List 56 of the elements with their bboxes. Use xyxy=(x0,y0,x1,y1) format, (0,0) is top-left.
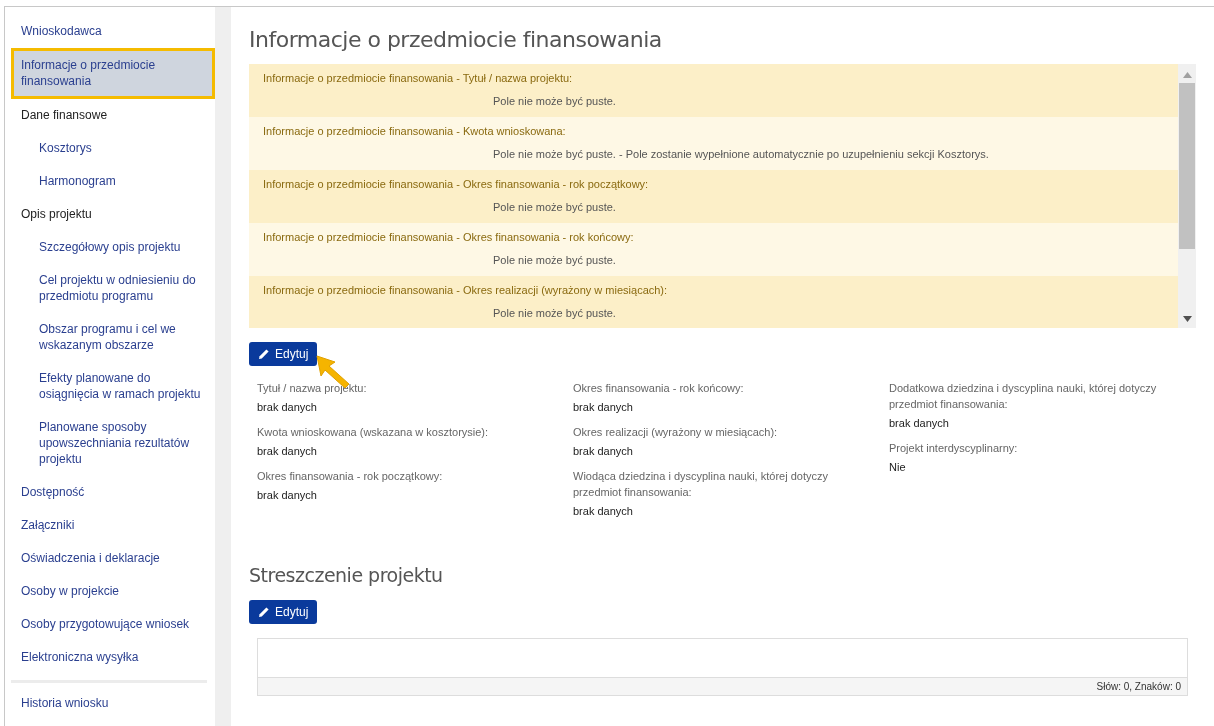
field-label: Projekt interdyscyplinarny: xyxy=(889,441,1019,456)
error-text: Pole nie może być puste. - Pole zostanie wypełnione automatycznie po uzupełnieniu sekcji Kosztorys. xyxy=(492,147,990,162)
scroll-thumb[interactable] xyxy=(1179,83,1195,249)
field-label: Wiodąca dziedzina i dyscyplina nauki, której dotyczy przedmiot finansowania: xyxy=(573,469,829,500)
field-label: Okres realizacji (wyrażony w miesiącach): xyxy=(573,425,779,440)
sidebar-item[interactable]: Planowane sposoby upowszechniania rezultatów projektu xyxy=(11,411,215,476)
scroll-up-icon[interactable] xyxy=(1182,72,1192,78)
field-value: brak danych xyxy=(257,488,318,503)
field-value: brak danych xyxy=(573,400,634,415)
sidebar-item[interactable]: Efekty planowane do osiągnięcia w ramach projektu xyxy=(11,362,215,411)
field-value: brak danych xyxy=(573,444,634,459)
field-label: Okres finansowania - rok końcowy: xyxy=(573,381,745,396)
sidebar-item[interactable]: Osoby w projekcie xyxy=(11,575,215,608)
sidebar-item[interactable]: Obszar programu i cel we wskazanym obszarze xyxy=(11,313,215,362)
error-field-label: Informacje o przedmiocie finansowania - Tytuł / nazwa projektu: xyxy=(263,71,574,86)
text-editor[interactable]: Słów: 0, Znaków: 0 xyxy=(257,638,1188,696)
sidebar-item[interactable]: Szczegółowy opis projektu xyxy=(11,231,215,264)
sidebar-item[interactable]: Kosztorys xyxy=(11,132,215,165)
section-title: Streszczenie projektu xyxy=(249,564,444,586)
error-field-label: Informacje o przedmiocie finansowania - Okres finansowania - rok końcowy: xyxy=(263,230,635,245)
error-text: Pole nie może być puste. xyxy=(492,94,617,109)
field-value: brak danych xyxy=(573,504,634,519)
error-text: Pole nie może być puste. xyxy=(492,306,617,321)
field-value: Nie xyxy=(889,460,907,475)
word-counter: Słów: 0, Znaków: 0 xyxy=(1096,681,1181,692)
field-label: Okres finansowania - rok początkowy: xyxy=(257,469,444,484)
field-value: brak danych xyxy=(889,416,950,431)
sidebar-item[interactable]: Osoby przygotowujące wniosek xyxy=(11,608,215,641)
sidebar-item[interactable]: Historia wniosku xyxy=(11,687,215,720)
error-field-label: Informacje o przedmiocie finansowania - Kwota wnioskowana: xyxy=(263,124,567,139)
pencil-icon xyxy=(258,348,270,360)
scrollbar[interactable] xyxy=(1178,64,1196,328)
scroll-down-icon[interactable] xyxy=(1182,316,1192,322)
sidebar-item[interactable]: Harmonogram xyxy=(11,165,215,198)
sidebar-item[interactable]: Informacje o przedmiocie finansowania xyxy=(11,48,215,99)
sidebar-item[interactable]: Wnioskodawca xyxy=(11,15,215,48)
edit-button[interactable]: Edytuj xyxy=(249,600,318,624)
sidebar-item[interactable]: Opis projektu xyxy=(11,198,215,231)
sidebar-item[interactable]: Dostępność xyxy=(11,476,215,509)
sidebar-item[interactable]: Załączniki xyxy=(11,509,215,542)
field-label: Dodatkowa dziedzina i dyscyplina nauki, której dotyczy przedmiot finansowania: xyxy=(889,381,1158,412)
field-value: brak danych xyxy=(257,400,318,415)
edit-button[interactable]: Edytuj xyxy=(249,342,318,366)
error-text: Pole nie może być puste. xyxy=(492,253,617,268)
pencil-icon xyxy=(258,606,270,618)
sidebar-item[interactable]: Elektroniczna wysyłka xyxy=(11,641,215,674)
section-title: Informacje o przedmiocie finansowania xyxy=(249,27,663,52)
field-label: Tytuł / nazwa projektu: xyxy=(257,381,368,396)
sidebar-item[interactable]: Dane finansowe xyxy=(11,99,215,132)
field-label: Kwota wnioskowana (wskazana w kosztorysie): xyxy=(257,425,490,440)
error-field-label: Informacje o przedmiocie finansowania - Okres realizacji (wyrażony w miesiącach): xyxy=(263,283,669,298)
sidebar-item[interactable]: Oświadczenia i deklaracje xyxy=(11,542,215,575)
error-field-label: Informacje o przedmiocie finansowania - Okres finansowania - rok początkowy: xyxy=(263,177,650,192)
sidebar-item[interactable]: Cel projektu w odniesieniu do przedmiotu programu xyxy=(11,264,215,313)
error-text: Pole nie może być puste. xyxy=(492,200,617,215)
field-value: brak danych xyxy=(257,444,318,459)
